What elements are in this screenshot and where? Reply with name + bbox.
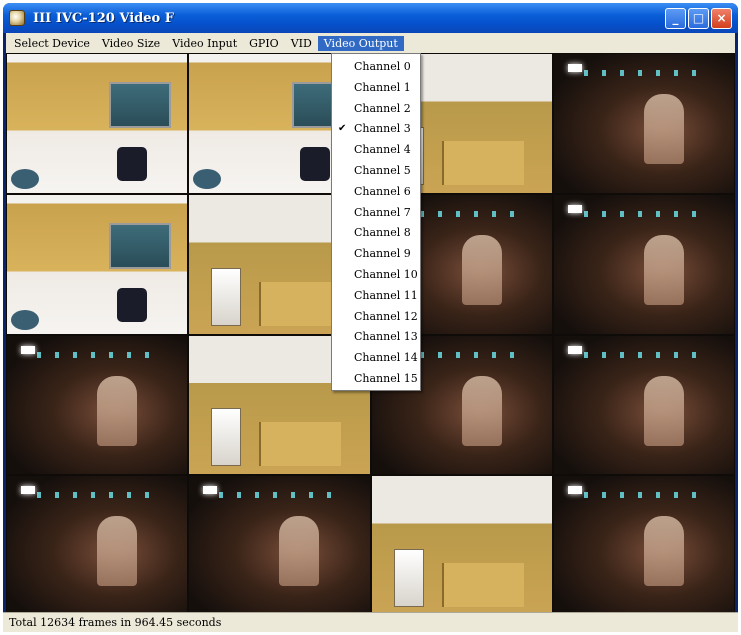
minimize-button[interactable]: _ [665,7,686,29]
video-client-area: Channel 0 Channel 1 Channel 2 ✔ Channel 3 Cha… [6,53,735,616]
menu-item-label: Channel 8 [354,226,411,240]
menu-video-output[interactable]: Video Output [317,35,404,51]
menu-video-size[interactable]: Video Size [96,36,166,51]
menu-item-channel-12[interactable]: Channel 12 [332,307,420,328]
menu-item-label: Channel 3 [354,122,411,136]
maximize-button[interactable]: □ [688,7,709,29]
video-output-dropdown: Channel 0 Channel 1 Channel 2 ✔ Channel 3 Cha… [331,53,421,391]
menu-item-label: Channel 4 [354,143,411,157]
stage-light [567,64,582,72]
video-tile [552,193,735,335]
menu-item-label: Channel 7 [354,205,411,219]
chair-shape [11,168,39,189]
menu-item-label: Channel 12 [354,309,418,323]
chair-shape [193,168,222,189]
menu-item-channel-6[interactable]: Channel 6 [332,182,420,203]
stage-light [21,486,35,495]
menu-item-channel-1[interactable]: Channel 1 [332,78,420,99]
menu-item-label: Channel 9 [354,247,411,261]
window-title: III IVC-120 Video F [33,10,174,26]
app-icon [9,10,25,26]
menu-item-label: Channel 1 [354,80,411,94]
menu-item-label: Channel 5 [354,163,411,177]
menu-item-channel-7[interactable]: Channel 7 [332,203,420,224]
video-tile [552,53,735,194]
stage-light [567,345,582,354]
video-tile [188,475,371,616]
video-tile [6,53,189,194]
menu-item-channel-2[interactable]: Channel 2 [332,99,420,120]
title-bar[interactable]: III IVC-120 Video F _ □ × [3,3,738,33]
menu-item-channel-9[interactable]: Channel 9 [332,244,420,265]
menu-select-device[interactable]: Select Device [8,36,96,51]
menu-item-channel-3[interactable]: ✔ Channel 3 [332,119,420,140]
menu-item-label: Channel 0 [354,60,411,73]
menu-vid[interactable]: VID [285,36,318,51]
menu-item-label: Channel 13 [354,330,418,344]
close-button[interactable]: × [711,7,732,29]
video-tile [552,475,735,616]
menu-item-channel-15[interactable]: Channel 15 [332,369,420,390]
menu-item-channel-10[interactable]: Channel 10 [332,265,420,286]
stage-light [21,345,35,354]
stage-light [567,204,582,213]
menu-item-label: Channel 14 [354,351,418,365]
menu-item-label: Channel 15 [354,371,418,385]
chair-shape [11,309,39,330]
menu-video-input[interactable]: Video Input [166,36,243,51]
menu-item-channel-13[interactable]: Channel 13 [332,327,420,348]
menu-item-channel-0[interactable]: Channel 0 [332,57,420,78]
video-tile [6,475,189,616]
menu-item-label: Channel 2 [354,101,411,115]
checkmark-icon: ✔ [338,123,347,135]
menu-gpio[interactable]: GPIO [243,36,285,51]
video-tile [370,475,553,616]
menu-bar: Select Device Video Size Video Input GPI… [6,33,735,53]
stage-light [203,486,218,495]
status-bar: Total 12634 frames in 964.45 seconds [3,612,738,632]
menu-item-channel-4[interactable]: Channel 4 [332,140,420,161]
menu-item-channel-11[interactable]: Channel 11 [332,286,420,307]
menu-item-label: Channel 11 [354,288,418,302]
video-tile [6,193,189,335]
app-window: III IVC-120 Video F _ □ × Select Device … [3,3,738,632]
menu-item-channel-5[interactable]: Channel 5 [332,161,420,182]
video-tile [6,334,189,476]
menu-item-channel-8[interactable]: Channel 8 [332,223,420,244]
stage-light [567,486,582,495]
menu-item-label: Channel 6 [354,184,411,198]
menu-item-label: Channel 10 [354,267,418,281]
menu-item-channel-14[interactable]: Channel 14 [332,348,420,369]
video-tile [552,334,735,476]
